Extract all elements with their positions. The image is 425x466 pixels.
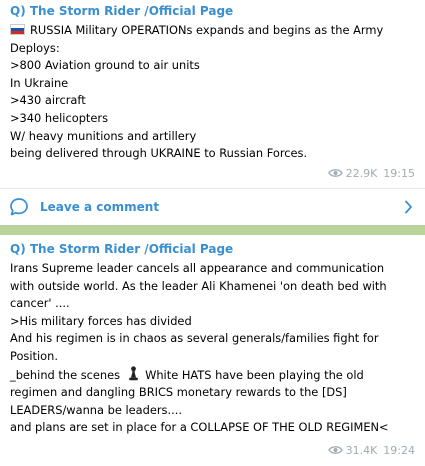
message-line: Position.	[10, 348, 58, 363]
message-line: _behind the scenes White HATS have been p…	[10, 365, 364, 382]
chevron-right-icon	[405, 200, 412, 214]
russia-flag-icon	[10, 24, 25, 35]
message-line: with outside world. As the leader Ali Kh…	[10, 278, 387, 293]
view-count: 22.9K	[345, 167, 378, 180]
eye-icon	[327, 446, 343, 454]
message-line: In Ukraine	[10, 75, 69, 90]
message-meta: 22.9K 19:15	[327, 167, 415, 180]
message-line: RUSSIA Military OPERATIONs expands and b…	[10, 22, 417, 40]
message-line: regimen and dangling BRICS monetary rewa…	[10, 385, 347, 400]
channel-author[interactable]: Q) The Storm Rider /Official Page	[10, 4, 233, 18]
message-card: Q) The Storm Rider /Official Page RUSSIA…	[0, 0, 425, 225]
leave-comment-button[interactable]: Leave a comment	[0, 189, 425, 225]
message-line: Irans Supreme leader cancels all appeara…	[10, 261, 385, 275]
message-line: >340 helicopters	[10, 110, 109, 125]
message-meta: 31.4K 19:24	[327, 444, 415, 457]
message-card: Q) The Storm Rider /Official Page Irans …	[0, 235, 425, 466]
message-line: Deploys:	[10, 40, 60, 55]
view-count: 31.4K	[345, 444, 378, 457]
channel-author[interactable]: Q) The Storm Rider /Official Page	[10, 242, 233, 256]
eye-icon	[327, 169, 343, 177]
message-text: Irans Supreme leader cancels all appeara…	[10, 260, 417, 437]
message-line: LEADERS/wanna be leaders....	[10, 402, 182, 417]
message-time: 19:24	[383, 444, 415, 457]
message-line: >800 Aviation ground to air units	[10, 58, 200, 73]
message-text: RUSSIA Military OPERATIONs expands and b…	[10, 22, 417, 163]
message-time: 19:15	[383, 167, 415, 180]
message-line: >430 aircraft	[10, 93, 86, 108]
leave-comment-label: Leave a comment	[40, 200, 160, 214]
comment-icon	[10, 198, 28, 216]
message-line: >His military forces has divided	[10, 313, 192, 328]
message-line: W/ heavy munitions and artillery	[10, 128, 197, 143]
message-line: being delivered through UKRAINE to Russi…	[10, 146, 308, 161]
message-line: And his regimen is in chaos as several g…	[10, 331, 379, 346]
chess-pawn-icon	[129, 365, 138, 380]
message-line: and plans are set in place for a COLLAPS…	[10, 420, 389, 435]
message-line: cancer' ....	[10, 296, 70, 311]
